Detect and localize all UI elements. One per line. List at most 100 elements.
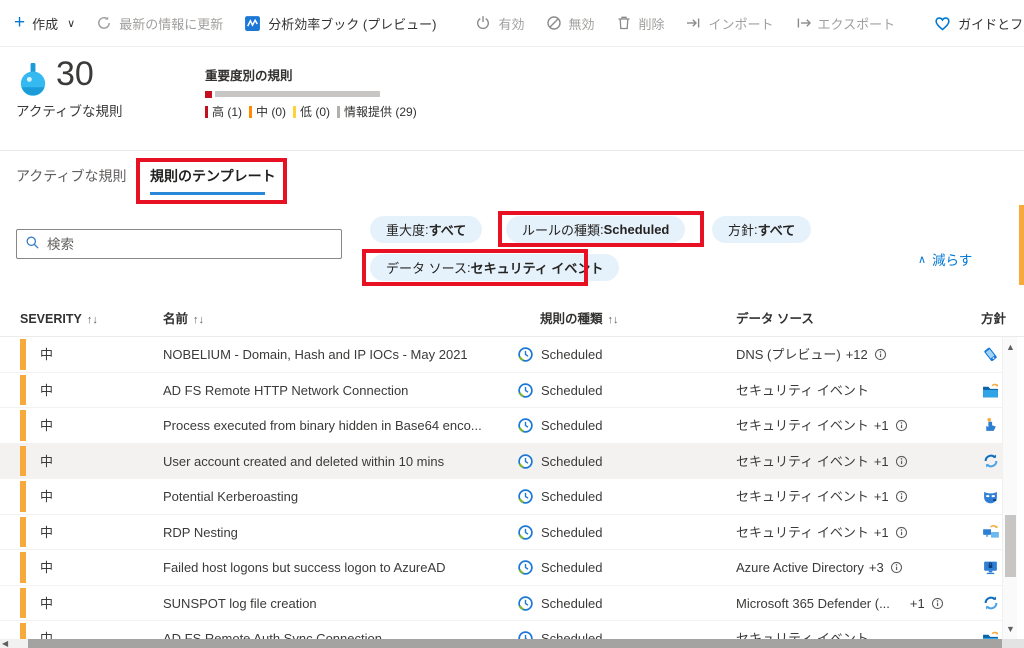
horizontal-scrollbar[interactable]: ◀ xyxy=(0,639,1024,648)
guides-feedback-button[interactable]: ガイドとフィー xyxy=(934,14,1024,33)
info-icon[interactable] xyxy=(931,597,944,610)
severity-legend: 高 (1) 中 (0) 低 (0) 情報提供 (29) xyxy=(205,103,424,120)
filter-data-source[interactable]: データ ソース : セキュリティ イベント xyxy=(370,254,619,281)
collapse-filters-link[interactable]: ∧ 減らす xyxy=(918,249,972,269)
edge-orange-strip xyxy=(1019,205,1024,285)
table-row[interactable]: 中Potential KerberoastingScheduledセキュリティ … xyxy=(0,479,1002,515)
create-label: 作成 xyxy=(32,14,58,33)
data-source: セキュリティ イベント+1 xyxy=(736,444,908,480)
tab-rule-templates[interactable]: 規則のテンプレート xyxy=(150,166,276,186)
rule-type: Scheduled xyxy=(517,337,602,373)
column-header-name[interactable]: 名前↑↓ xyxy=(163,301,204,337)
phone-icon xyxy=(982,337,999,373)
filter-severity[interactable]: 重大度 : すべて xyxy=(370,216,482,243)
rule-type: Scheduled xyxy=(517,479,602,515)
search-input[interactable] xyxy=(47,237,333,252)
severity-bar-chart xyxy=(205,90,424,98)
hand-click-icon xyxy=(982,408,999,444)
search-box xyxy=(16,229,342,259)
vertical-scrollbar-thumb[interactable] xyxy=(1005,515,1016,577)
horizontal-scrollbar-thumb[interactable] xyxy=(28,639,1002,648)
enable-button[interactable]: 有効 xyxy=(475,14,524,33)
table-row[interactable]: 中Failed host logons but success logon to… xyxy=(0,550,1002,586)
scheduled-clock-icon xyxy=(517,417,534,434)
info-icon[interactable] xyxy=(895,419,908,432)
severity-label: 中 xyxy=(40,621,53,639)
sort-icon: ↑↓ xyxy=(608,314,619,326)
sentinel-analytics-page: + 作成 ∨ 最新の情報に更新 分析効率ブック (プレビュー) 有効 無効 削除… xyxy=(0,0,1024,648)
refresh-button[interactable]: 最新の情報に更新 xyxy=(96,14,223,33)
table-row[interactable]: 中AD FS Remote HTTP Network ConnectionSch… xyxy=(0,373,1002,409)
severity-color-bar xyxy=(20,481,26,512)
stats-section: 30 アクティブな規則 重要度別の規則 高 (1) 中 (0) 低 (0) 情報… xyxy=(0,47,1024,150)
data-source-plus-count: +12 xyxy=(846,337,868,373)
scroll-left-arrow[interactable]: ◀ xyxy=(2,639,8,648)
blocked-icon xyxy=(546,15,562,31)
scheduled-clock-icon xyxy=(517,453,534,470)
table-row[interactable]: 中 AD FS Remote Auth Sync ConnectionSchedu… xyxy=(0,621,1002,639)
rule-name: AD FS Remote HTTP Network Connection xyxy=(163,373,513,409)
rule-type: Scheduled xyxy=(517,515,602,551)
tab-active-rules[interactable]: アクティブな規則 xyxy=(16,166,126,186)
table-row[interactable]: 中NOBELIUM - Domain, Hash and IP IOCs - M… xyxy=(0,337,1002,373)
disable-button[interactable]: 無効 xyxy=(546,14,595,33)
severity-bar-informational-segment xyxy=(215,91,380,97)
info-icon[interactable] xyxy=(895,490,908,503)
delete-button[interactable]: 削除 xyxy=(616,14,665,33)
sort-icon: ↑↓ xyxy=(87,314,98,326)
mask-icon xyxy=(982,479,999,515)
column-header-data-source[interactable]: データ ソース xyxy=(736,301,814,337)
severity-color-bar xyxy=(20,623,26,639)
column-header-rule-type[interactable]: 規則の種類↑↓ xyxy=(540,301,619,337)
severity-label: 中 xyxy=(40,479,53,515)
filter-rule-type[interactable]: ルールの種類 : Scheduled xyxy=(506,216,685,243)
column-header-tactics[interactable]: 方針 xyxy=(981,301,1006,337)
data-source: セキュリティ イベント xyxy=(736,373,869,409)
active-tab-underline xyxy=(150,192,265,195)
active-rules-count: 30 xyxy=(56,55,94,94)
data-source: セキュリティ イベント+1 xyxy=(736,479,908,515)
export-label: エクスポート xyxy=(818,14,896,33)
severity-label: 中 xyxy=(40,444,53,480)
table-row[interactable]: 中RDP NestingScheduledセキュリティ イベント+1 xyxy=(0,515,1002,551)
info-icon[interactable] xyxy=(895,526,908,539)
data-source-plus-count: +1 xyxy=(874,479,889,515)
data-source: Microsoft 365 Defender (...+1 xyxy=(736,586,944,622)
table-row[interactable]: 中SUNSPOT log file creationScheduledMicro… xyxy=(0,586,1002,622)
workbook-button[interactable]: 分析効率ブック (プレビュー) xyxy=(244,14,436,33)
import-button[interactable]: インポート xyxy=(686,14,774,33)
rule-name: NOBELIUM - Domain, Hash and IP IOCs - Ma… xyxy=(163,337,513,373)
rule-type: Scheduled xyxy=(517,621,602,639)
chevron-down-icon: ∨ xyxy=(67,17,75,30)
data-source: DNS (プレビュー)+12 xyxy=(736,337,887,373)
search-icon xyxy=(25,235,40,253)
table-row[interactable]: 中User account created and deleted within… xyxy=(0,444,1002,480)
severity-color-bar xyxy=(20,375,26,406)
scroll-down-arrow[interactable]: ▼ xyxy=(1003,624,1018,634)
rule-type: Scheduled xyxy=(517,550,602,586)
info-icon[interactable] xyxy=(874,348,887,361)
scheduled-clock-icon xyxy=(517,595,534,612)
severity-label: 中 xyxy=(40,515,53,551)
rule-type: Scheduled xyxy=(517,444,602,480)
create-button[interactable]: + 作成 ∨ xyxy=(14,14,75,33)
scroll-up-arrow[interactable]: ▲ xyxy=(1003,342,1018,352)
disable-label: 無効 xyxy=(569,14,595,33)
column-header-severity[interactable]: SEVERITY↑↓ xyxy=(20,301,98,337)
command-bar: + 作成 ∨ 最新の情報に更新 分析効率ブック (プレビュー) 有効 無効 削除… xyxy=(0,0,1024,47)
table-header-row: SEVERITY↑↓ 名前↑↓ 規則の種類↑↓ データ ソース 方針 xyxy=(0,301,1024,337)
severity-color-bar xyxy=(20,552,26,583)
info-icon[interactable] xyxy=(890,561,903,574)
scrollbar-corner xyxy=(1002,639,1024,648)
severity-label: 中 xyxy=(40,586,53,622)
info-icon[interactable] xyxy=(895,455,908,468)
severity-summary: 重要度別の規則 高 (1) 中 (0) 低 (0) 情報提供 (29) xyxy=(205,65,424,120)
vertical-scrollbar[interactable]: ▲ ▼ xyxy=(1002,337,1017,639)
filter-tactics[interactable]: 方針 : すべて xyxy=(712,216,811,243)
export-button[interactable]: エクスポート xyxy=(795,14,896,33)
severity-color-bar xyxy=(20,517,26,548)
rule-name: AD FS Remote Auth Sync Connection xyxy=(163,621,513,639)
table-row[interactable]: 中Process executed from binary hidden in … xyxy=(0,408,1002,444)
rule-name: Failed host logons but success logon to … xyxy=(163,550,513,586)
lateral-movement-icon xyxy=(982,515,1000,551)
